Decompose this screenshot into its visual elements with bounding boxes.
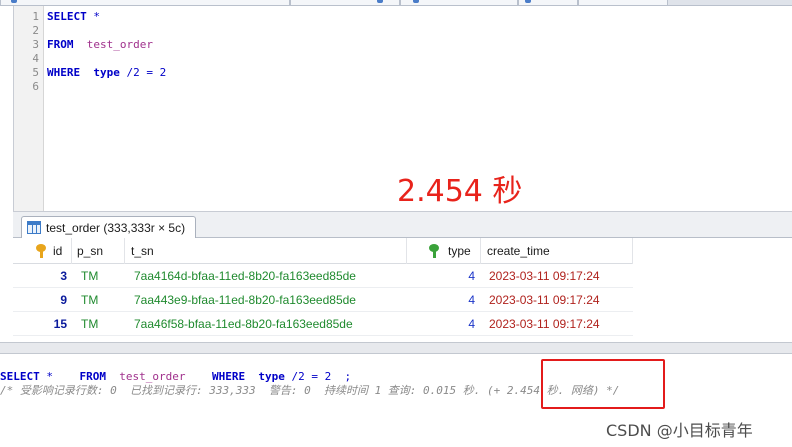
sql-expression: /2 = 2 — [291, 370, 332, 383]
query-tab[interactable] — [290, 0, 400, 5]
line-number: 2 — [32, 24, 39, 37]
cell-type[interactable]: 4 — [407, 312, 475, 336]
sql-column: type — [93, 66, 120, 79]
column-header-type[interactable]: type — [407, 238, 481, 264]
query-tab[interactable] — [578, 0, 668, 5]
sql-table-name: test_order — [119, 370, 186, 383]
cell-create-time[interactable]: 2023-03-11 09:17:24 — [489, 312, 600, 336]
sql-editor[interactable]: 1 2 3 4 5 6 SELECT * FROM test_order WHE… — [13, 6, 792, 211]
cell-id[interactable]: 9 — [13, 288, 67, 312]
sql-keyword: FROM — [79, 370, 107, 383]
sql-keyword: WHERE — [211, 370, 246, 383]
log-sql-line: SELECT * FROM test_order WHERE type /2 =… — [0, 370, 351, 383]
panel-splitter[interactable] — [0, 342, 792, 354]
tab-icon — [413, 0, 419, 3]
table-row[interactable]: 9 TM 7aa443e9-bfaa-11ed-8b20-fa163eed85d… — [13, 288, 633, 312]
tab-icon — [377, 0, 383, 3]
code-line: WHERE type /2 = 2 — [47, 66, 166, 80]
grid-header: id p_sn t_sn type create_time — [13, 238, 633, 264]
cell-t-sn[interactable]: 7aa4164d-bfaa-11ed-8b20-fa163eed85de — [134, 264, 356, 288]
log-result-comment: /* 受影响记录行数: 0 已找到记录行: 333,333 警告: 0 持续时间… — [0, 384, 620, 397]
query-tab[interactable] — [0, 0, 290, 5]
line-number: 5 — [32, 66, 39, 79]
column-header-label: id — [53, 244, 63, 258]
table-row[interactable]: 3 TM 7aa4164d-bfaa-11ed-8b20-fa163eed85d… — [13, 264, 633, 288]
tab-icon — [525, 0, 531, 3]
cell-p-sn[interactable]: TM — [81, 264, 98, 288]
cell-type[interactable]: 4 — [407, 264, 475, 288]
sql-column: type — [258, 370, 285, 383]
primary-key-icon — [36, 244, 46, 258]
line-number: 1 — [32, 10, 39, 23]
cell-p-sn[interactable]: TM — [81, 288, 98, 312]
result-tab[interactable]: test_order (333,333r × 5c) — [21, 216, 197, 239]
sql-keyword: SELECT — [0, 370, 40, 383]
sql-text: * — [86, 10, 100, 23]
result-tab-label: test_order (333,333r × 5c) — [46, 221, 186, 235]
csdn-watermark: CSDN @小目标青年 — [606, 421, 753, 440]
table-grid-icon — [27, 221, 41, 234]
line-number: 4 — [32, 52, 39, 65]
column-header-t-sn[interactable]: t_sn — [125, 238, 407, 264]
result-tab-bar: test_order (333,333r × 5c) — [13, 211, 792, 239]
cell-id[interactable]: 3 — [13, 264, 67, 288]
column-header-label: t_sn — [131, 244, 154, 258]
sql-expression: /2 = 2 — [126, 66, 167, 79]
cell-t-sn[interactable]: 7aa46f58-bfaa-11ed-8b20-fa163eed85de — [134, 312, 353, 336]
sql-keyword: SELECT — [47, 10, 87, 23]
cell-id[interactable]: 15 — [13, 312, 67, 336]
cell-t-sn[interactable]: 7aa443e9-bfaa-11ed-8b20-fa163eed85de — [134, 288, 356, 312]
line-number: 6 — [32, 80, 39, 93]
query-tab[interactable] — [400, 0, 518, 5]
line-number: 3 — [32, 38, 39, 51]
column-header-p-sn[interactable]: p_sn — [72, 238, 125, 264]
cell-create-time[interactable]: 2023-03-11 09:17:24 — [489, 264, 600, 288]
index-key-icon — [429, 244, 439, 258]
column-header-id[interactable]: id — [13, 238, 72, 264]
column-header-label: create_time — [487, 244, 550, 258]
timing-overlay: 2.454 秒 — [397, 174, 523, 209]
line-number-gutter: 1 2 3 4 5 6 — [14, 6, 44, 211]
column-header-label: type — [448, 244, 471, 258]
query-tab[interactable] — [518, 0, 578, 5]
code-line: FROM test_order — [47, 38, 153, 52]
sql-keyword: FROM — [47, 38, 74, 51]
sql-keyword: WHERE — [47, 66, 81, 79]
result-grid[interactable]: id p_sn t_sn type create_time 3 TM 7aa41… — [13, 238, 792, 342]
sql-table-name: test_order — [86, 38, 153, 51]
code-line: SELECT * — [47, 10, 100, 24]
table-row[interactable]: 15 TM 7aa46f58-bfaa-11ed-8b20-fa163eed85… — [13, 312, 633, 336]
column-header-label: p_sn — [77, 244, 104, 258]
highlight-annotation-box — [541, 359, 665, 409]
tab-icon — [11, 0, 17, 3]
cell-type[interactable]: 4 — [407, 288, 475, 312]
sql-text: ; — [344, 370, 352, 383]
sql-text: * — [39, 370, 53, 383]
column-header-create-time[interactable]: create_time — [481, 238, 633, 264]
cell-create-time[interactable]: 2023-03-11 09:17:24 — [489, 288, 600, 312]
cell-p-sn[interactable]: TM — [81, 312, 98, 336]
